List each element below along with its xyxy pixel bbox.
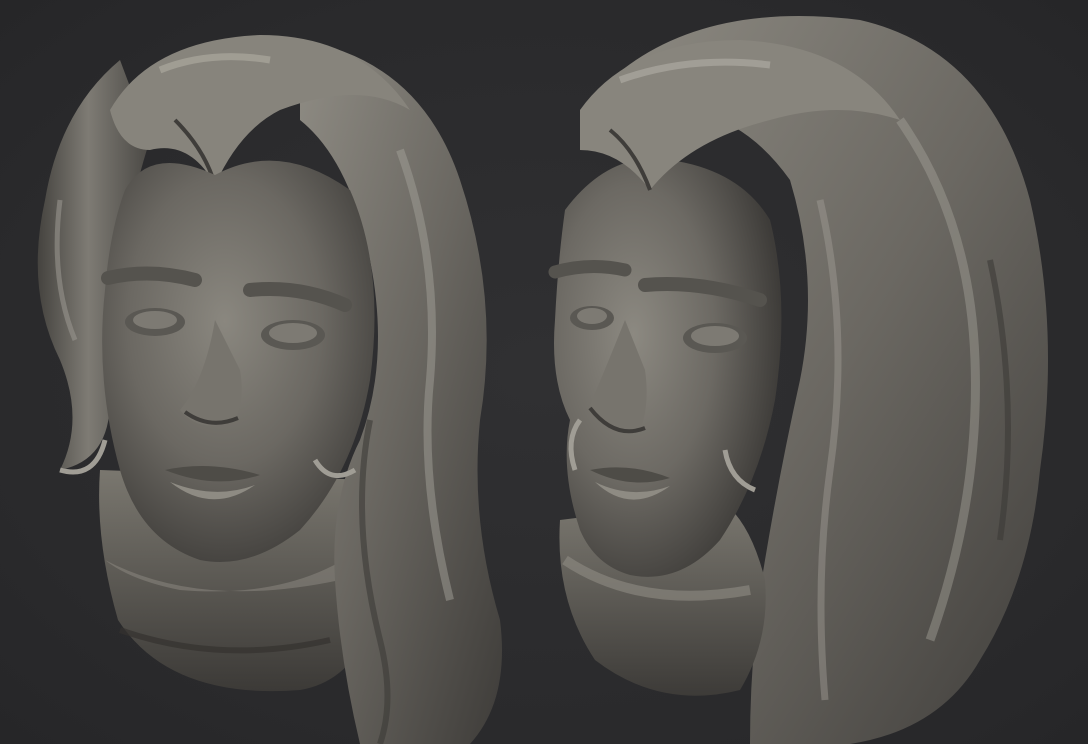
sculpt-viewport [0,0,1088,744]
sculpt-head-front-view [0,0,530,744]
face-shape [548,158,782,577]
sculpt-head-three-quarter-view [520,0,1088,744]
